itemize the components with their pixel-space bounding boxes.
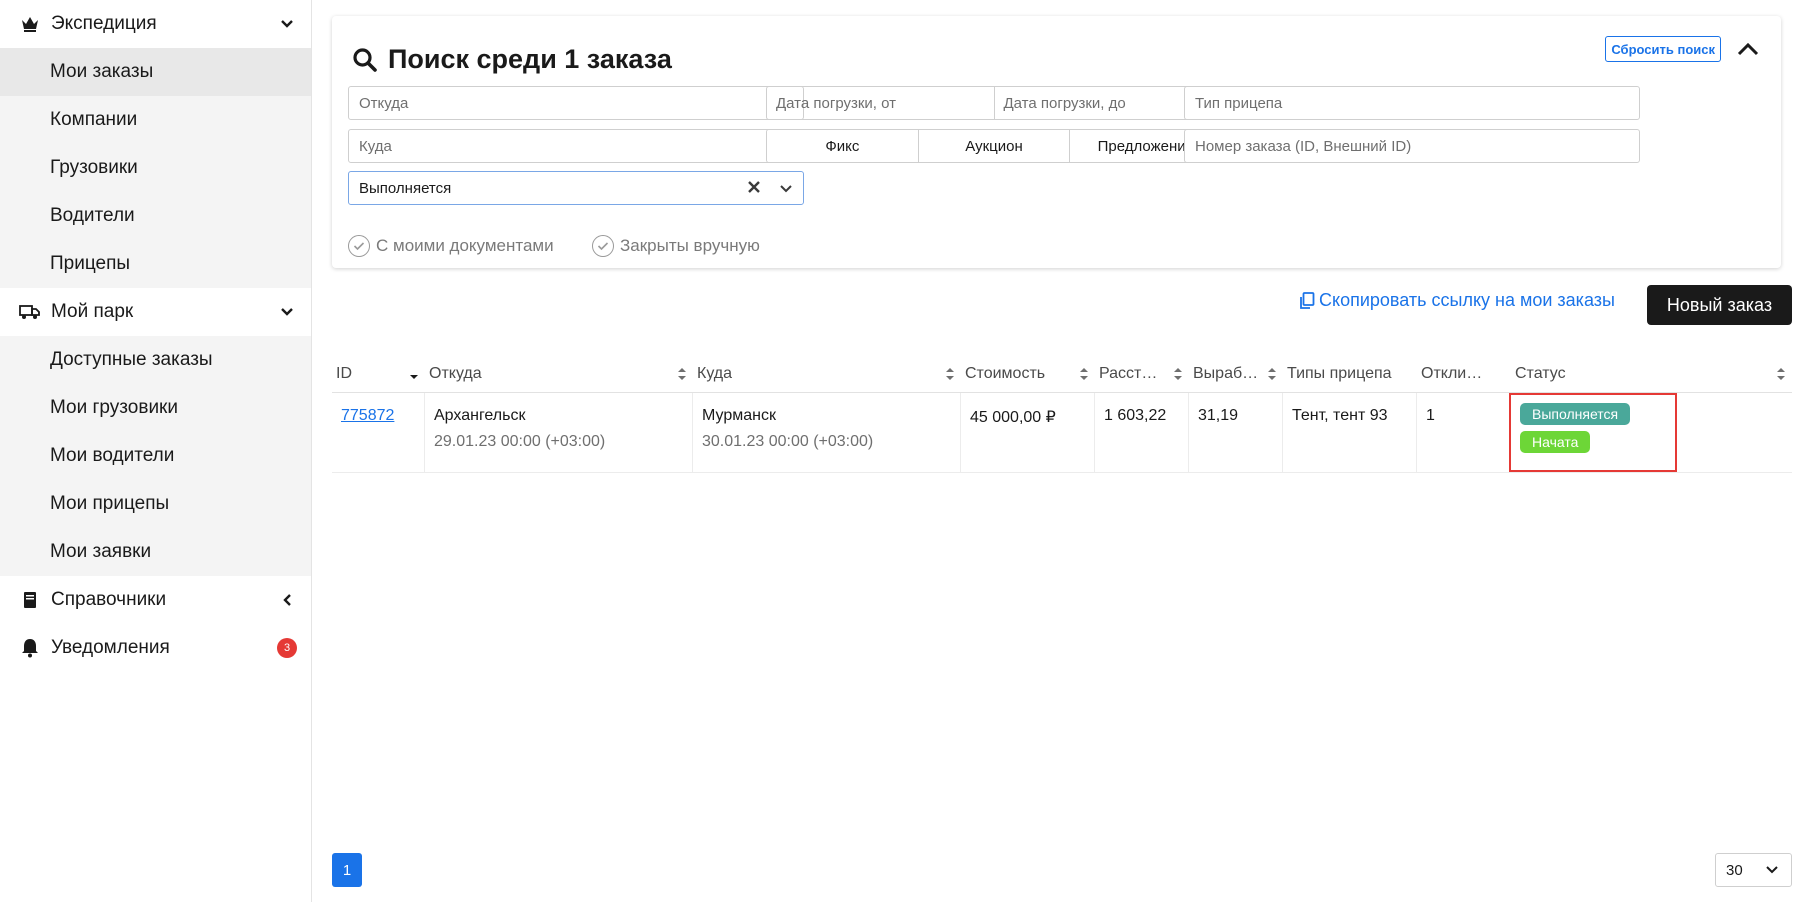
crown-icon bbox=[18, 12, 42, 36]
cell-cost: 45 000,00 ₽ bbox=[961, 393, 1095, 472]
sidebar-item-drivers[interactable]: Водители bbox=[0, 192, 311, 240]
status-highlight-box bbox=[1509, 393, 1677, 472]
sort-icon bbox=[1776, 366, 1786, 387]
segment-auction[interactable]: Аукцион bbox=[918, 130, 1071, 162]
reset-search-button[interactable]: Сбросить поиск bbox=[1605, 36, 1721, 62]
column-header-trailer-types: Типы прицепа bbox=[1287, 364, 1392, 382]
to-date: 30.01.23 00:00 (+03:00) bbox=[702, 433, 874, 450]
sidebar-item-companies[interactable]: Компании bbox=[0, 96, 311, 144]
per-page-select[interactable]: 30 bbox=[1715, 853, 1792, 887]
new-order-button[interactable]: Новый заказ bbox=[1647, 285, 1792, 325]
sort-icon bbox=[1079, 366, 1089, 387]
sidebar-group-expedition[interactable]: Экспедиция bbox=[0, 0, 311, 48]
book-icon bbox=[18, 588, 42, 612]
sort-desc-icon bbox=[409, 366, 419, 387]
sidebar-item-my-drivers[interactable]: Мои водители bbox=[0, 432, 311, 480]
column-header-responses: Откли… bbox=[1421, 364, 1483, 382]
sidebar-submenu-expedition: Мои заказы Компании Грузовики Водители П… bbox=[0, 48, 311, 288]
sidebar-group-label: Мой парк bbox=[51, 301, 134, 322]
segment-fixed[interactable]: Фикс bbox=[767, 130, 919, 162]
pagination-page-1[interactable]: 1 bbox=[332, 853, 362, 887]
column-header-cost[interactable]: Стоимость bbox=[961, 355, 1095, 392]
chevron-left-icon bbox=[277, 590, 297, 610]
sidebar-submenu-my-fleet: Доступные заказы Мои грузовики Мои водит… bbox=[0, 336, 311, 576]
search-icon bbox=[352, 47, 378, 73]
column-header-to[interactable]: Куда bbox=[693, 355, 961, 392]
checkbox-closed-manually[interactable]: Закрыты вручную bbox=[592, 235, 760, 257]
loading-date-range: Дата погрузки, от Дата погрузки, до bbox=[766, 86, 1222, 120]
sort-icon bbox=[1173, 366, 1183, 387]
column-header-distance[interactable]: Расст… bbox=[1095, 355, 1189, 392]
sidebar-item-my-trucks[interactable]: Мои грузовики bbox=[0, 384, 311, 432]
to-city: Мурманск bbox=[702, 407, 776, 424]
bell-icon bbox=[18, 636, 42, 660]
checkbox-label: С моими документами bbox=[376, 236, 554, 255]
sidebar-item-available-orders[interactable]: Доступные заказы bbox=[0, 336, 311, 384]
per-page-value: 30 bbox=[1726, 861, 1743, 879]
chevron-down-icon bbox=[277, 302, 297, 322]
main-content: Поиск среди 1 заказа Сбросить поиск Отку… bbox=[312, 0, 1802, 902]
order-number-input[interactable]: Номер заказа (ID, Внешний ID) bbox=[1184, 129, 1640, 163]
sort-icon bbox=[1267, 366, 1277, 387]
from-input[interactable]: Откуда bbox=[348, 86, 804, 120]
table-header: ID Откуда Куда Стоимость Расст… Выраб… Т… bbox=[332, 355, 1792, 393]
cell-responses: 1 bbox=[1417, 393, 1511, 472]
sidebar-group-label: Экспедиция bbox=[51, 13, 157, 34]
cell-trailer-types: Тент, тент 93 bbox=[1283, 393, 1417, 472]
orders-table: ID Откуда Куда Стоимость Расст… Выраб… Т… bbox=[332, 355, 1792, 473]
sort-icon bbox=[677, 366, 687, 387]
sidebar-group-label: Уведомления bbox=[51, 637, 170, 658]
cell-output: 31,19 bbox=[1189, 393, 1283, 472]
chevron-down-icon[interactable] bbox=[779, 181, 793, 198]
collapse-panel-button[interactable] bbox=[1733, 34, 1763, 64]
loading-date-from-input[interactable]: Дата погрузки, от bbox=[767, 87, 995, 119]
notification-count-badge: 3 bbox=[277, 638, 297, 658]
column-header-id[interactable]: ID bbox=[332, 355, 425, 392]
cell-status: Выполняется Начата bbox=[1509, 393, 1792, 472]
sidebar-item-my-orders[interactable]: Мои заказы bbox=[0, 48, 311, 96]
sidebar: Экспедиция Мои заказы Компании Грузовики… bbox=[0, 0, 312, 902]
status-select[interactable]: Выполняется bbox=[348, 171, 804, 205]
cell-to: Мурманск 30.01.23 00:00 (+03:00) bbox=[693, 393, 961, 472]
sidebar-group-notifications[interactable]: Уведомления 3 bbox=[0, 624, 311, 672]
chevron-down-icon bbox=[1765, 862, 1779, 879]
search-title-text: Поиск среди 1 заказа bbox=[388, 44, 672, 74]
from-date: 29.01.23 00:00 (+03:00) bbox=[434, 433, 606, 450]
sidebar-group-label: Справочники bbox=[51, 589, 167, 610]
cell-from: Архангельск 29.01.23 00:00 (+03:00) bbox=[425, 393, 693, 472]
search-panel: Поиск среди 1 заказа Сбросить поиск Отку… bbox=[332, 16, 1781, 268]
copy-link-label: Скопировать ссылку на мои заказы bbox=[1319, 290, 1615, 310]
check-icon bbox=[592, 235, 614, 257]
to-input[interactable]: Куда bbox=[348, 129, 804, 163]
sidebar-item-trucks[interactable]: Грузовики bbox=[0, 144, 311, 192]
table-row: 775872 Архангельск 29.01.23 00:00 (+03:0… bbox=[332, 393, 1792, 473]
checkbox-label: Закрыты вручную bbox=[620, 236, 760, 255]
cell-distance: 1 603,22 bbox=[1095, 393, 1189, 472]
truck-icon bbox=[18, 300, 42, 324]
copy-link-button[interactable]: Скопировать ссылку на мои заказы bbox=[1299, 290, 1615, 311]
cell-id: 775872 bbox=[332, 393, 425, 472]
from-city: Архангельск bbox=[434, 407, 526, 424]
search-title: Поиск среди 1 заказа bbox=[352, 44, 672, 75]
sidebar-item-my-requests[interactable]: Мои заявки bbox=[0, 528, 311, 576]
column-header-from[interactable]: Откуда bbox=[425, 355, 693, 392]
copy-icon bbox=[1299, 291, 1315, 310]
sidebar-group-references[interactable]: Справочники bbox=[0, 576, 311, 624]
sidebar-group-my-fleet[interactable]: Мой парк bbox=[0, 288, 311, 336]
sidebar-item-my-trailers[interactable]: Мои прицепы bbox=[0, 480, 311, 528]
sidebar-item-trailers[interactable]: Прицепы bbox=[0, 240, 311, 288]
chevron-down-icon bbox=[277, 14, 297, 34]
column-header-output[interactable]: Выраб… bbox=[1189, 355, 1283, 392]
status-select-value: Выполняется bbox=[359, 179, 452, 197]
order-id-link[interactable]: 775872 bbox=[341, 407, 394, 424]
trailer-type-input[interactable]: Тип прицепа bbox=[1184, 86, 1640, 120]
sort-icon bbox=[945, 366, 955, 387]
checkbox-with-my-documents[interactable]: С моими документами bbox=[348, 235, 554, 257]
chevron-up-icon bbox=[1737, 42, 1759, 56]
check-icon bbox=[348, 235, 370, 257]
order-type-segmented: Фикс Аукцион Предложения bbox=[766, 129, 1222, 163]
clear-icon[interactable] bbox=[747, 180, 761, 198]
column-header-status[interactable]: Статус bbox=[1511, 355, 1792, 392]
